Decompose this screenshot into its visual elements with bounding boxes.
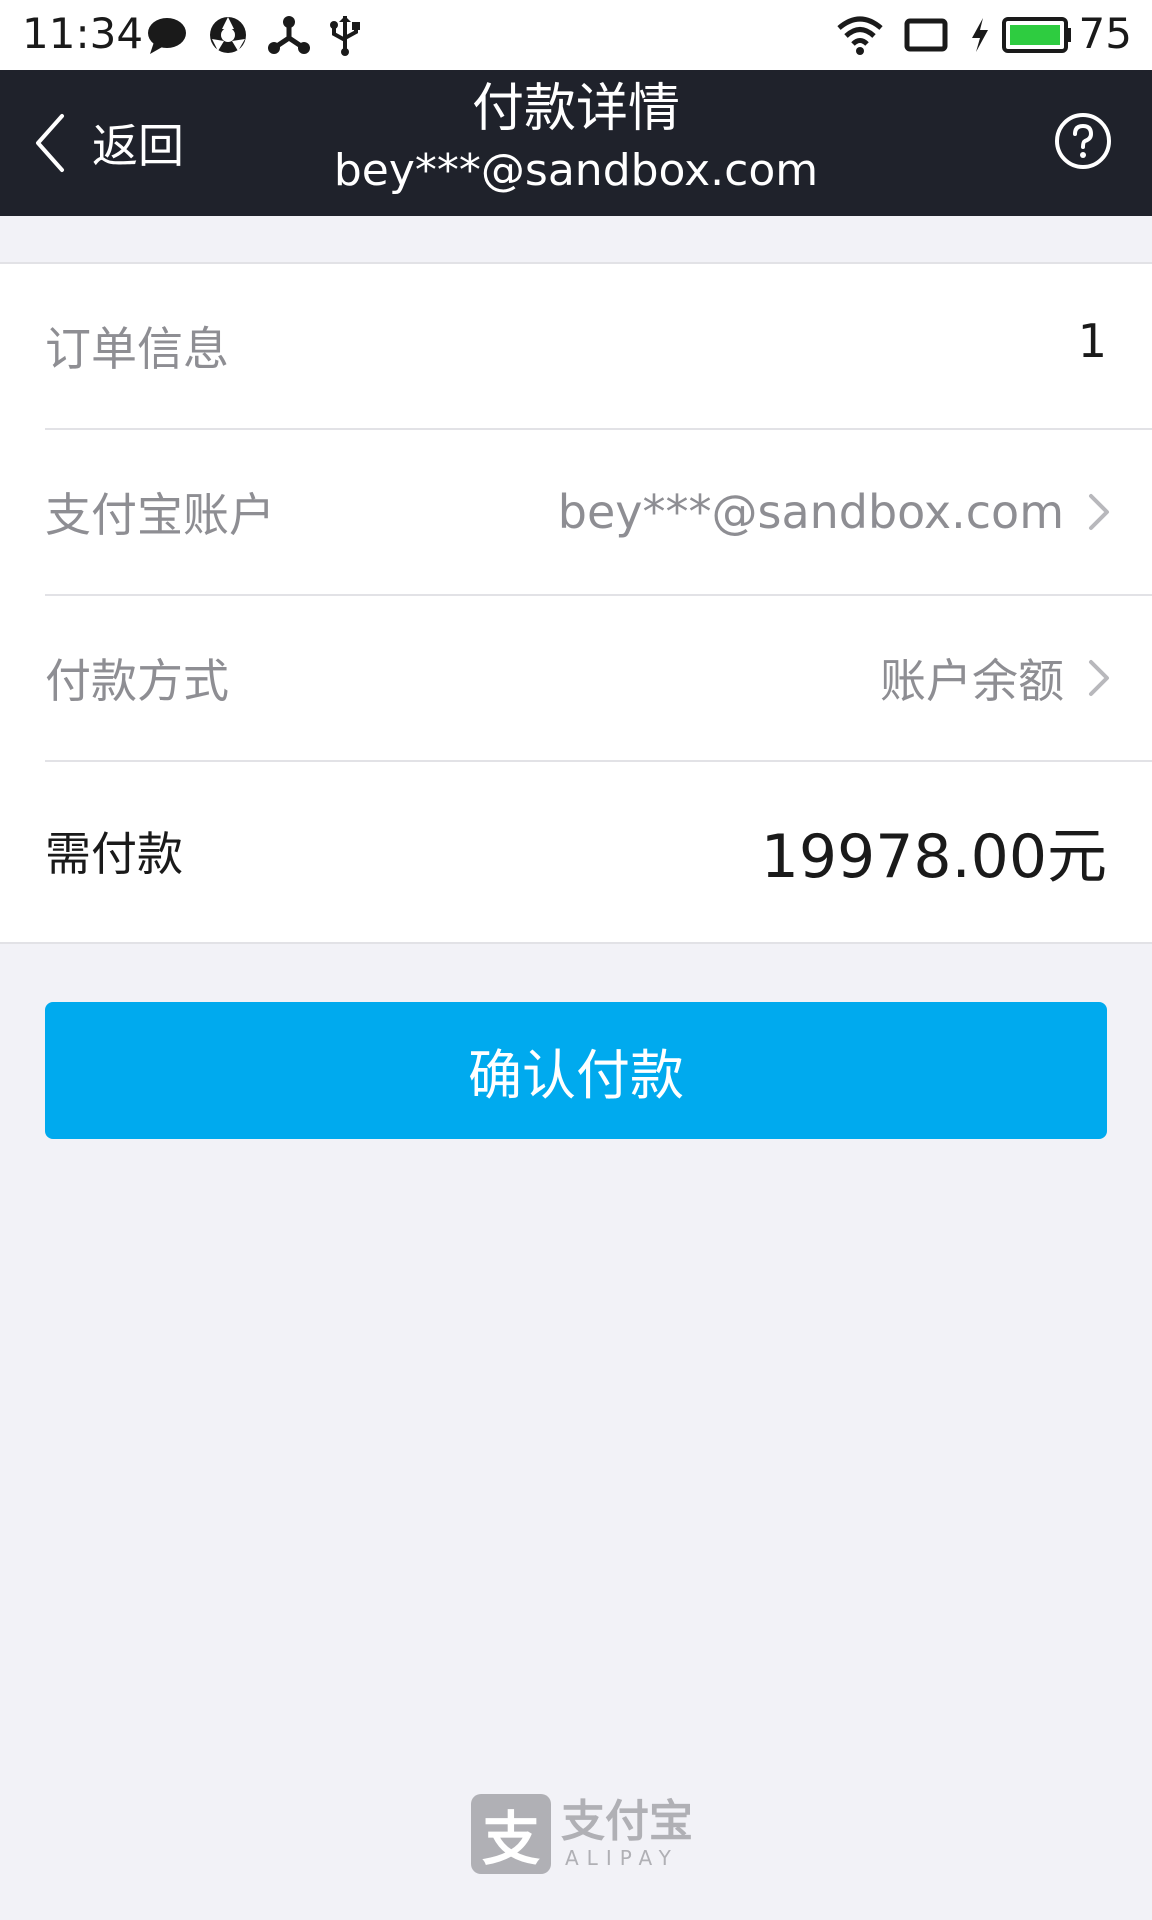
payment-method-row[interactable]: 付款方式 账户余额: [45, 596, 1152, 760]
alipay-logo: 支 支付宝 ALIPAY: [471, 1793, 693, 1875]
order-info-label: 订单信息: [45, 322, 229, 376]
message-icon: [148, 18, 186, 54]
alipay-account-label: 支付宝账户: [45, 488, 275, 542]
nav-bar: 返回 付款详情 bey***@sandbox.com: [0, 70, 1152, 216]
alipay-account-value: bey***@sandbox.com: [557, 485, 1064, 539]
alipay-account-row[interactable]: 支付宝账户 bey***@sandbox.com: [45, 430, 1152, 594]
battery-icon: [1002, 17, 1071, 53]
confirm-payment-button[interactable]: 确认付款: [45, 1002, 1107, 1139]
usb-icon: [330, 16, 360, 56]
charging-icon: [972, 18, 988, 52]
order-info-row: 订单信息 1: [45, 264, 1152, 428]
alipay-logo-cn: 支付宝: [561, 1796, 693, 1847]
amount-due-row: 需付款 19978.00元: [45, 762, 1152, 940]
screen-icon: [904, 18, 948, 52]
app-icon: [210, 17, 246, 53]
amount-due-value: 19978.00元: [760, 821, 1107, 892]
payment-method-label: 付款方式: [45, 654, 229, 708]
alipay-logo-text: 支付宝 ALIPAY: [561, 1796, 693, 1871]
status-time: 11:34: [22, 9, 144, 58]
order-info-value: 1: [1077, 314, 1107, 368]
chevron-right-icon: [1089, 494, 1109, 530]
page-subtitle: bey***@sandbox.com: [333, 145, 819, 196]
page-title: 付款详情: [471, 79, 680, 139]
alipay-logo-en: ALIPAY: [565, 1846, 679, 1870]
payment-details-card: 订单信息 1 支付宝账户 bey***@sandbox.com 付款方式 账户余…: [0, 262, 1152, 944]
status-bar: 11:34 75: [0, 0, 1152, 70]
chevron-right-icon: [1089, 660, 1109, 696]
share-icon: [268, 16, 310, 54]
help-icon[interactable]: [1054, 112, 1112, 170]
amount-due-label: 需付款: [45, 827, 183, 881]
payment-method-value: 账户余额: [880, 654, 1064, 708]
alipay-logo-icon: 支: [471, 1794, 551, 1874]
wifi-icon: [837, 16, 883, 55]
battery-level: 75: [1078, 9, 1132, 58]
